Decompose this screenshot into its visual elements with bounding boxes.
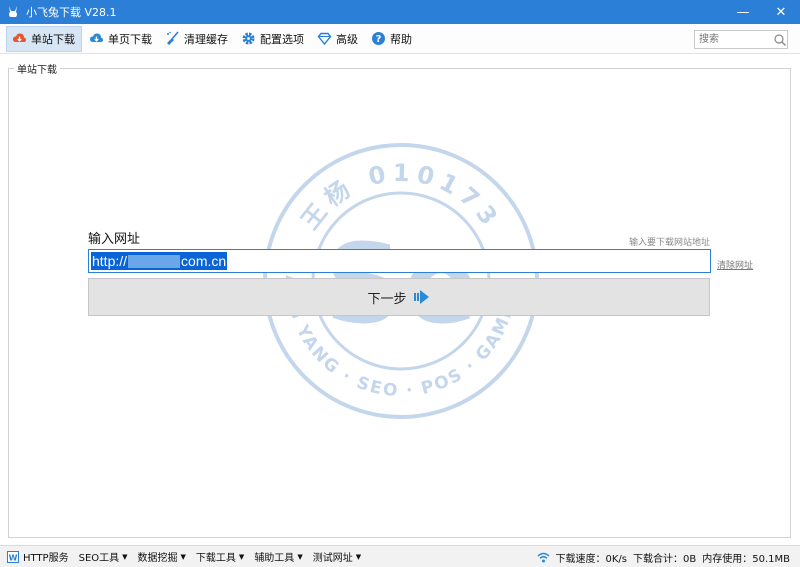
statusbar-assist-tools[interactable]: 辅助工具 ▼: [254, 549, 303, 565]
caret-down-icon: ▼: [355, 552, 362, 561]
tab-single-page-download[interactable]: 单页下载: [84, 26, 158, 52]
statusbar-item-label: HTTP服务: [23, 553, 69, 564]
toolbar-item-label: 高级: [336, 32, 358, 46]
statusbar-item-label: 测试网址: [312, 553, 353, 564]
url-redacted-part: [128, 254, 181, 268]
title-bar: 小飞兔下载 V28.1 — ✕: [0, 0, 800, 24]
caret-down-icon: ▼: [122, 552, 128, 561]
clear-url-link[interactable]: 清除网址: [717, 258, 753, 271]
cloud-download-icon: [12, 31, 27, 46]
caret-down-icon: ▼: [180, 552, 186, 561]
caret-down-icon: ▼: [297, 552, 303, 561]
toolbar-item-label: 帮助: [390, 32, 412, 46]
diamond-icon: [317, 31, 332, 46]
statusbar-data-mining[interactable]: 数据挖掘 ▼: [137, 549, 186, 565]
url-label: 输入网址: [88, 232, 141, 247]
cloud-download-icon: [89, 31, 104, 46]
rabbit-logo-icon: [5, 4, 21, 20]
download-speed: 下载速度：0K/s: [555, 553, 628, 565]
toolbar: 单站下载 单页下载 清理缓存 配置选项 高级 ? 帮助: [0, 24, 800, 54]
search-box: [694, 30, 788, 49]
svg-text:W: W: [9, 553, 18, 562]
minimize-button[interactable]: —: [724, 0, 762, 24]
toolbar-item-label: 配置选项: [260, 32, 304, 46]
download-total: 下载合计：0B: [633, 553, 697, 565]
url-input[interactable]: http:// com.cn: [88, 249, 711, 273]
gear-icon: [241, 31, 256, 46]
toolbar-item-label: 单站下载: [31, 32, 75, 46]
statusbar-seo-tools[interactable]: SEO工具 ▼: [78, 549, 128, 565]
tab-help[interactable]: ? 帮助: [366, 26, 418, 52]
tab-single-site-download[interactable]: 单站下载: [6, 25, 82, 52]
statusbar-test-url[interactable]: 测试网址 ▼: [312, 549, 362, 565]
next-step-button[interactable]: 下一步: [88, 278, 710, 316]
close-button[interactable]: ✕: [762, 0, 800, 24]
search-input[interactable]: [699, 31, 771, 48]
wifi-icon: [536, 552, 550, 563]
statusbar-item-label: SEO工具: [78, 553, 120, 564]
status-bar: W HTTP服务 SEO工具 ▼ 数据挖掘 ▼ 下载工具 ▼ 辅助工具 ▼ 测试网址 ▼ …: [0, 545, 800, 567]
arrow-right-icon: [413, 288, 431, 306]
url-suffix: com.cn: [181, 253, 227, 269]
statusbar-download-tools[interactable]: 下载工具 ▼: [195, 549, 245, 565]
http-service-icon: W: [7, 550, 19, 563]
tab-clear-cache[interactable]: 清理缓存: [160, 26, 234, 52]
svg-text:?: ?: [376, 34, 382, 45]
search-icon[interactable]: [773, 33, 787, 47]
url-value: http:// com.cn: [91, 252, 228, 270]
memory-usage: 内存使用：50.1MB: [702, 553, 790, 565]
group-title: 单站下载: [14, 61, 60, 76]
broom-icon: [165, 31, 180, 46]
statusbar-item-label: 数据挖掘: [137, 553, 178, 564]
url-hint: 输入要下载网站地址: [628, 238, 710, 248]
url-prefix: http://: [92, 253, 128, 269]
statusbar-http-service[interactable]: HTTP服务: [23, 549, 69, 564]
toolbar-item-label: 单页下载: [108, 32, 152, 46]
tab-advanced[interactable]: 高级: [312, 26, 364, 52]
statusbar-item-label: 下载工具: [195, 553, 236, 564]
next-step-label: 下一步: [367, 291, 407, 307]
tab-config-options[interactable]: 配置选项: [236, 26, 310, 52]
toolbar-item-label: 清理缓存: [184, 32, 228, 46]
caret-down-icon: ▼: [238, 552, 245, 561]
statusbar-item-label: 辅助工具: [254, 553, 295, 564]
window-title: 小飞兔下载 V28.1: [26, 6, 117, 19]
help-icon: ?: [371, 31, 386, 46]
